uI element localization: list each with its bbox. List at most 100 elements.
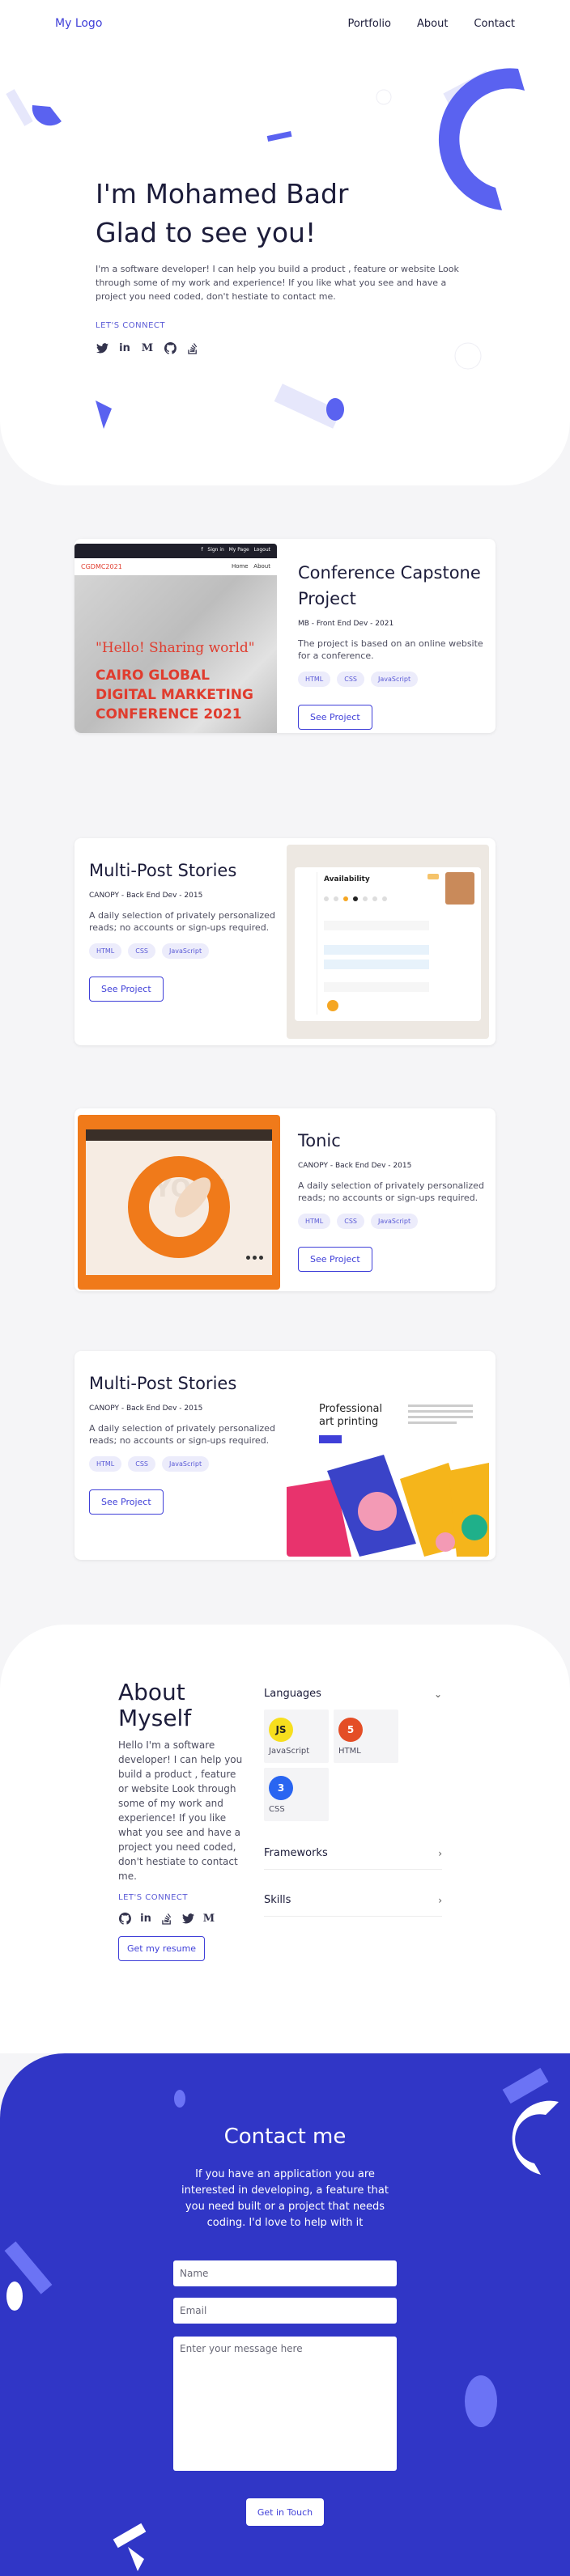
tag-html: HTML [89,1456,122,1472]
tag-javascript: JavaScript [371,1214,419,1229]
project-2-thumb-row [324,945,429,955]
github-icon[interactable] [164,341,177,354]
hero-title-line2: Glad to see you! [96,217,317,248]
project-2-thumb-badge [428,874,439,879]
nav-link-about[interactable]: About [417,18,448,30]
hero-social-links: in M [96,341,476,354]
project-1-screenshot: f Sign in My Page Logout CGDMC2021 Home … [74,544,277,733]
project-3-thumb-window: YOGA [86,1129,272,1275]
project-3-meta: CANOPY - Back End Dev - 2015 [298,1162,412,1170]
project-3-screenshot: YOGA [78,1115,280,1290]
about-lets-connect-label: LET'S CONNECT [118,1893,188,1902]
tag-javascript: JavaScript [162,943,210,959]
project-1-thumb-nav-about: About [253,563,270,570]
stackoverflow-icon[interactable] [186,341,199,354]
get-in-touch-button[interactable]: Get in Touch [246,2498,324,2526]
project-card-2: Multi-Post Stories CANOPY - Back End Dev… [74,838,496,1045]
project-2-thumb-fab [327,1000,338,1011]
hero-description: I'm a software developer! I can help you… [96,264,459,302]
chevron-right-icon: › [438,1894,442,1906]
project-3-thumb-topbar [86,1129,272,1141]
nav-link-portfolio[interactable]: Portfolio [348,18,391,30]
nav-link-contact[interactable]: Contact [474,18,515,30]
contact-title: Contact me [223,2125,347,2149]
github-icon[interactable] [118,1912,131,1925]
hero-title-line1: I'm Mohamed Badr [96,178,349,210]
hero-section: My Logo Portfolio About Contact I'm Moha… [0,0,570,485]
project-card-3: YOGA Tonic CANOPY - Back End Dev - 2015 … [74,1108,496,1291]
tag-html: HTML [298,1214,331,1229]
project-1-see-button[interactable]: See Project [298,705,372,730]
language-name: CSS [269,1805,285,1814]
skills-accordion: Languages ⌄ JS JavaScript 5 HTML 3 CSS F… [264,1681,442,1917]
javascript-icon: JS [269,1718,293,1742]
project-1-thumb-hello: "Hello! Sharing world" [96,640,255,656]
tag-html: HTML [89,943,122,959]
project-4-see-button[interactable]: See Project [89,1489,164,1515]
hero-title: I'm Mohamed Badr Glad to see you! [96,175,476,252]
accordion-skills[interactable]: Skills › [264,1884,442,1917]
project-3-title: Tonic [298,1131,341,1150]
accordion-skills-label: Skills [264,1894,291,1906]
project-2-thumb-avatar [445,872,474,905]
project-1-thumb-headline: CAIRO GLOBAL DIGITAL MARKETING CONFERENC… [96,667,253,722]
accordion-languages-label: Languages [264,1688,321,1700]
get-resume-button[interactable]: Get my resume [118,1936,206,1961]
project-1-thumb-site-name: CGDMC2021 [81,563,122,570]
about-left: About Myself Hello I'm a software develo… [118,1680,248,1961]
project-2-thumb-heading: Availability [324,875,370,883]
project-1-thumb-topbar: f Sign in My Page Logout [74,544,277,558]
twitter-icon[interactable] [96,341,108,354]
name-field[interactable] [173,2260,397,2286]
about-description: Hello I'm a software developer! I can he… [118,1739,243,1882]
project-4-title: Multi-Post Stories [89,1374,237,1393]
top-nav: My Logo Portfolio About Contact [0,0,570,47]
lets-connect-label: LET'S CONNECT [96,321,165,330]
project-2-title: Multi-Post Stories [89,861,237,880]
project-2-thumb-days [324,896,421,905]
language-card-javascript: JS JavaScript [264,1710,329,1763]
project-1-thumb-nav-home: Home [231,563,249,570]
project-3-info: Tonic CANOPY - Back End Dev - 2015 A dai… [298,1128,484,1272]
medium-icon[interactable]: M [141,341,154,354]
project-1-description: The project is based on an online websit… [298,638,483,661]
project-4-tags: HTML CSS JavaScript [89,1456,283,1472]
project-2-description: A daily selection of privately personali… [89,910,275,933]
project-1-thumb-hero: "Hello! Sharing world" CAIRO GLOBAL DIGI… [74,575,277,724]
project-2-see-button[interactable]: See Project [89,977,164,1002]
project-3-description: A daily selection of privately personali… [298,1180,484,1203]
contact-section: Contact me If you have an application yo… [0,2053,570,2576]
accordion-frameworks[interactable]: Frameworks › [264,1837,442,1870]
project-3-see-button[interactable]: See Project [298,1247,372,1272]
message-field[interactable] [173,2337,397,2471]
stackoverflow-icon[interactable] [160,1912,173,1925]
hero-content: I'm Mohamed Badr Glad to see you! I'm a … [96,175,476,354]
twitter-icon[interactable] [181,1912,194,1925]
html5-icon: 5 [338,1718,363,1742]
project-1-title: Conference Capstone Project [298,563,481,608]
linkedin-icon[interactable]: in [118,341,131,354]
languages-grid: JS JavaScript 5 HTML 3 CSS [264,1710,402,1821]
project-2-thumb-row [324,921,429,930]
project-2-thumb-row [324,982,429,992]
project-2-thumb-row [324,960,429,969]
email-field[interactable] [173,2298,397,2324]
language-card-html: 5 HTML [334,1710,398,1763]
about-section: About Myself Hello I'm a software develo… [0,1625,570,2053]
project-1-meta: MB - Front End Dev - 2021 [298,620,394,628]
language-card-css: 3 CSS [264,1768,329,1821]
site-logo[interactable]: My Logo [55,17,102,30]
project-2-tags: HTML CSS JavaScript [89,943,283,959]
linkedin-icon[interactable]: in [139,1912,152,1925]
tag-javascript: JavaScript [162,1456,210,1472]
css3-icon: 3 [269,1776,293,1800]
nav-links: Portfolio About Contact [348,18,516,30]
tag-javascript: JavaScript [371,672,419,687]
medium-icon[interactable]: M [202,1912,215,1925]
project-2-meta: CANOPY - Back End Dev - 2015 [89,892,203,900]
project-3-thumb-ring [128,1156,230,1258]
project-2-info: Multi-Post Stories CANOPY - Back End Dev… [89,858,283,1002]
accordion-languages[interactable]: Languages ⌄ [264,1681,442,1706]
about-title: About Myself [118,1679,192,1731]
project-4-description: A daily selection of privately personali… [89,1423,275,1446]
